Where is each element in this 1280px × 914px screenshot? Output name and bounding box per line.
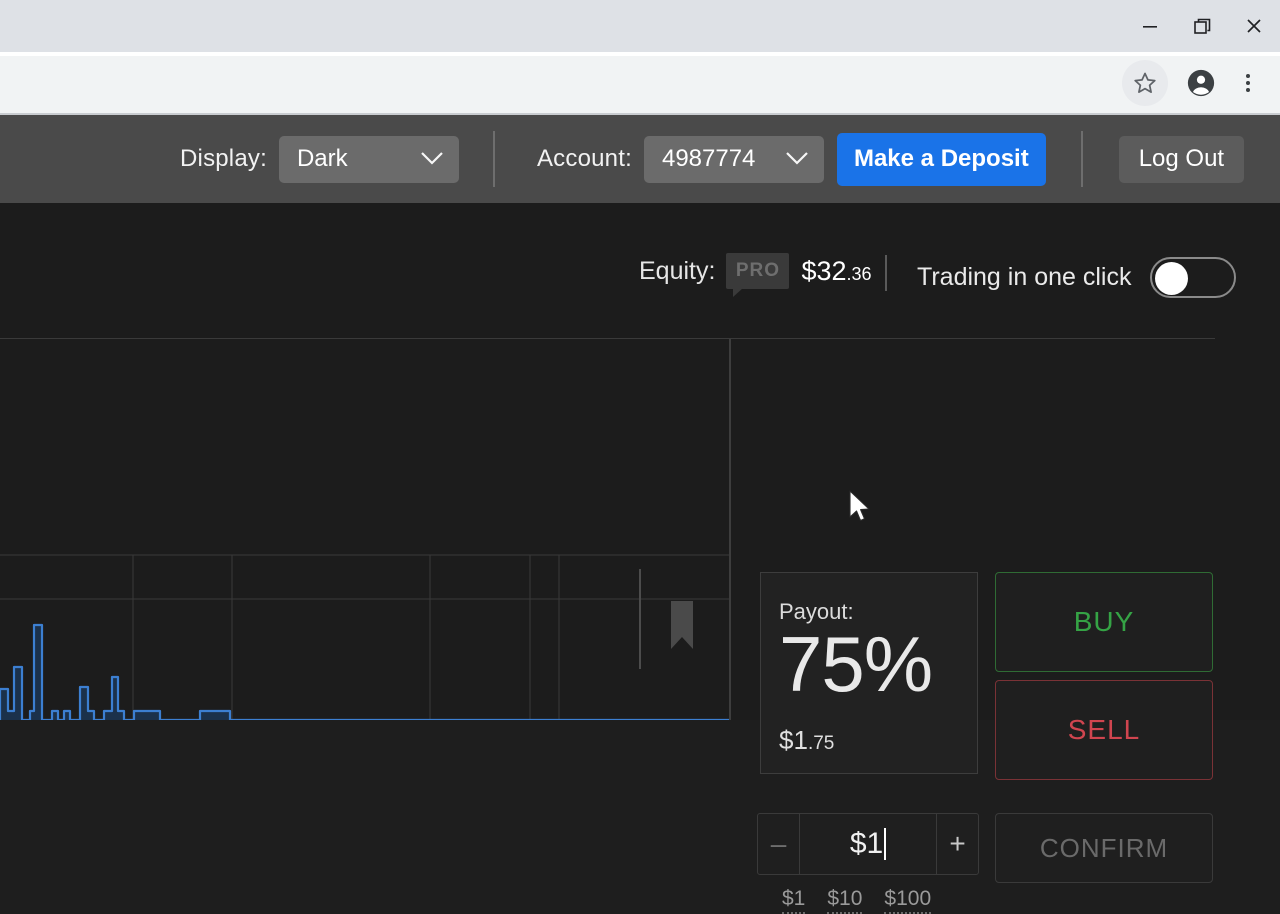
chrome-menu-icon	[1246, 73, 1250, 92]
payout-amount-cents: .75	[807, 733, 835, 754]
payout-percent-value: 75%	[779, 620, 933, 708]
logout-button[interactable]: Log Out	[1118, 135, 1245, 183]
equity-label: Equity:	[639, 256, 716, 285]
equity-divider	[885, 255, 887, 291]
restore-icon	[1194, 18, 1211, 34]
window-close-button[interactable]	[1228, 0, 1280, 52]
app-body: Equity: PRO $32.36 Trading in one click	[0, 203, 1280, 914]
display-setting-group: Display: Dark	[180, 135, 459, 183]
one-click-trading-label: Trading in one click	[917, 263, 1132, 291]
chevron-down-icon	[419, 145, 445, 173]
equity-strip: Equity: PRO $32.36 Trading in one click	[0, 203, 1280, 338]
payout-amount-value: $1.75	[779, 725, 834, 756]
window-restore-button[interactable]	[1176, 0, 1228, 52]
bookmark-star-button[interactable]	[1122, 59, 1168, 106]
display-theme-select[interactable]: Dark	[278, 135, 459, 183]
equity-whole: 32	[816, 255, 847, 286]
quick-amount-1[interactable]: $1	[782, 887, 806, 914]
account-group: Account: 4987774 Make a Deposit	[536, 132, 1046, 186]
quick-amount-100[interactable]: $100	[884, 887, 932, 914]
chrome-menu-button[interactable]	[1230, 60, 1266, 106]
trade-panel: Payout: 75% $1.75 BUY SELL – $1 + $1 $10…	[730, 339, 1280, 914]
toolbar-divider	[492, 131, 495, 187]
account-select[interactable]: 4987774	[643, 135, 824, 183]
account-number-value: 4987774	[661, 145, 756, 172]
display-label: Display:	[180, 145, 267, 172]
equity-value: $32.36	[801, 256, 871, 287]
browser-titlebar	[0, 0, 1280, 52]
equity-currency: $	[801, 255, 817, 286]
display-theme-value: Dark	[296, 145, 348, 172]
profile-avatar-icon	[1187, 69, 1215, 96]
pro-badge: PRO	[726, 253, 790, 297]
one-click-trading-toggle[interactable]	[1150, 257, 1237, 298]
text-caret	[884, 828, 887, 860]
bookmark-icon	[671, 601, 693, 649]
minimize-icon	[1143, 26, 1157, 28]
window-minimize-button[interactable]	[1124, 0, 1176, 52]
one-click-trading-block: Trading in one click	[917, 257, 1237, 298]
quick-amount-links: $1 $10 $100	[782, 887, 932, 914]
chart-canvas	[0, 339, 730, 720]
close-icon	[1247, 19, 1261, 33]
amount-input-value: $1	[849, 827, 884, 860]
payout-card: Payout: 75% $1.75	[760, 572, 978, 774]
toolbar-divider	[1080, 131, 1083, 187]
equity-cents: .36	[846, 263, 872, 284]
payout-amount-whole: 1	[793, 725, 808, 755]
chevron-down-icon	[784, 145, 810, 173]
account-label: Account:	[536, 145, 632, 172]
profile-avatar-button[interactable]	[1178, 60, 1224, 106]
chart-marker-line	[639, 569, 641, 669]
price-chart[interactable]: 604 1.18605 1.18600	[0, 339, 730, 720]
browser-toolbar	[0, 52, 1280, 115]
make-deposit-button[interactable]: Make a Deposit	[836, 132, 1046, 186]
amount-decrement-button[interactable]: –	[758, 814, 800, 874]
bookmark-star-icon	[1134, 72, 1156, 93]
confirm-button[interactable]: CONFIRM	[995, 813, 1213, 883]
amount-stepper: – $1 +	[757, 813, 979, 875]
chart-bookmark-button[interactable]	[665, 597, 699, 658]
amount-input[interactable]: $1	[800, 814, 936, 874]
sell-button[interactable]: SELL	[995, 680, 1213, 780]
buy-button[interactable]: BUY	[995, 572, 1213, 672]
quick-amount-10[interactable]: $10	[827, 887, 863, 914]
equity-block: Equity: PRO $32.36	[639, 253, 872, 297]
toggle-knob	[1155, 262, 1189, 295]
app-toolbar: Display: Dark Account: 4987774 Make a De…	[0, 115, 1280, 203]
payout-amount-currency: $	[779, 725, 794, 755]
amount-increment-button[interactable]: +	[936, 814, 978, 874]
